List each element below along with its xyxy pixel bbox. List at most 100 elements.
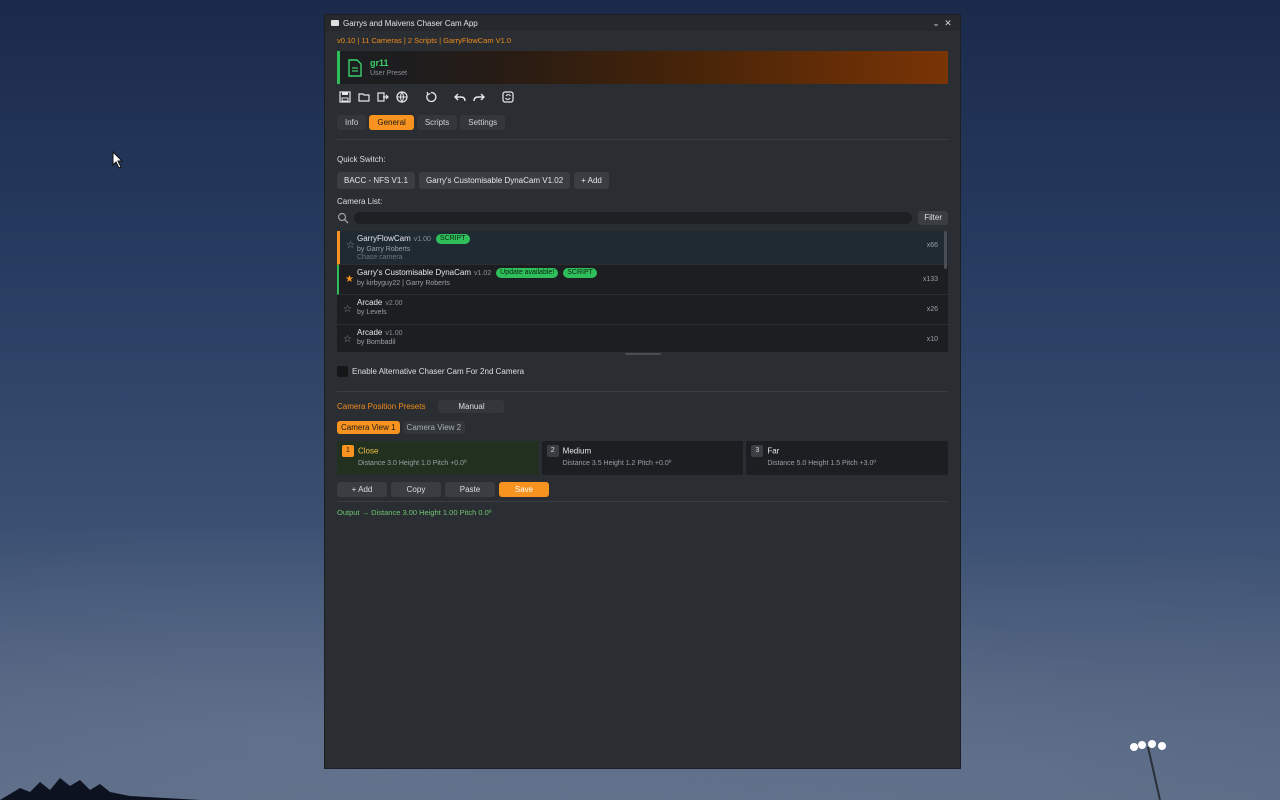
- camera-name: Arcade: [357, 328, 383, 337]
- quick-switch-add-button[interactable]: + Add: [574, 172, 609, 189]
- list-resize-handle[interactable]: [624, 353, 661, 355]
- camera-version: v1.02: [474, 270, 492, 278]
- camera-list: ☆ GarryFlowCam v1.00 SCRIPT by Garry Rober…: [337, 231, 948, 352]
- title-bar[interactable]: Garrys and Maivens Chaser Cam App ⌄ ✕: [325, 15, 960, 31]
- save-icon[interactable]: [337, 89, 353, 105]
- divider: [337, 391, 948, 392]
- output-readout: Output → Distance 3.00 Height 1.00 Pitch…: [337, 508, 492, 517]
- script-badge: SCRIPT: [563, 268, 597, 278]
- filter-button[interactable]: Filter: [918, 211, 948, 225]
- quick-switch-item[interactable]: BACC - NFS V1.1: [337, 172, 416, 189]
- update-badge: Update available!: [496, 268, 559, 278]
- camera-name: Arcade: [357, 298, 383, 307]
- preset-name: gr11: [370, 58, 389, 68]
- mouse-cursor-icon: [112, 151, 124, 169]
- preset-card-name: Medium: [562, 446, 592, 456]
- star-icon[interactable]: ★: [345, 274, 354, 285]
- preset-card-params: Distance 5.0 Height 1.5 Pitch +3.0º: [767, 460, 876, 467]
- reset-icon[interactable]: [423, 89, 439, 105]
- camera-author: by Levels: [357, 309, 387, 316]
- add-preset-button[interactable]: + Add: [337, 482, 387, 497]
- camera-search-row: Filter: [337, 211, 948, 225]
- tab-info[interactable]: Info: [337, 115, 367, 130]
- window-title: Garrys and Maivens Chaser Cam App: [343, 18, 478, 28]
- camera-author: by kirbyguy22 | Garry Roberts: [357, 280, 450, 287]
- camera-search-input[interactable]: [354, 212, 913, 224]
- position-preset-cards: 1 Close Distance 3.0 Height 1.0 Pitch +0.…: [337, 441, 949, 475]
- document-icon: [348, 58, 362, 77]
- globe-icon[interactable]: [394, 89, 410, 105]
- camera-author: by Garry Roberts: [357, 246, 411, 253]
- camera-list-item[interactable]: ★ Garry's Customisable DynaCam v1.02 Updat…: [337, 265, 948, 295]
- tab-settings[interactable]: Settings: [460, 115, 506, 130]
- minimize-button[interactable]: ⌄: [930, 18, 942, 29]
- quick-switch-item[interactable]: Garry's Customisable DynaCam V1.02: [419, 172, 571, 189]
- tab-camera-view-1[interactable]: Camera View 1: [337, 421, 400, 434]
- preset-card-params: Distance 3.5 Height 1.2 Pitch +0.0º: [562, 460, 672, 467]
- position-presets-header: Camera Position Presets Manual: [337, 400, 948, 413]
- preset-number: 1: [342, 445, 354, 457]
- camera-usage-count: x26: [926, 306, 938, 313]
- quick-switch-bar: BACC - NFS V1.1 Garry's Customisable Dyn…: [337, 172, 948, 189]
- camera-usage-count: x10: [926, 336, 938, 343]
- preset-number: 2: [546, 445, 559, 457]
- position-presets-label: Camera Position Presets: [337, 402, 426, 411]
- preset-card-params: Distance 3.0 Height 1.0 Pitch +0.0º: [358, 460, 467, 467]
- undo-icon[interactable]: [452, 89, 468, 105]
- preset-card-name: Far: [767, 446, 780, 456]
- preset-actions: + Add Copy Paste Save: [337, 482, 948, 497]
- camera-list-item[interactable]: ☆ Arcade v2.00 by Levels x26: [337, 295, 948, 325]
- preset-card-far[interactable]: 3 Far Distance 5.0 Height 1.5 Pitch +3.0º: [746, 441, 949, 475]
- open-folder-icon[interactable]: [356, 89, 372, 105]
- camera-name: Garry's Customisable DynaCam: [357, 268, 472, 278]
- star-icon[interactable]: ☆: [343, 334, 352, 345]
- alt-chaser-option[interactable]: Enable Alternative Chaser Cam For 2nd Ca…: [337, 366, 948, 377]
- preset-number: 3: [751, 445, 764, 457]
- preset-card-name: Close: [358, 446, 379, 456]
- save-button[interactable]: Save: [499, 482, 549, 497]
- camera-version: v1.00: [385, 330, 403, 337]
- divider: [337, 501, 948, 502]
- camera-list-scrollbar[interactable]: [944, 231, 947, 269]
- quick-switch-label: Quick Switch:: [337, 155, 386, 164]
- camera-list-item[interactable]: ☆ GarryFlowCam v1.00 SCRIPT by Garry Rober…: [337, 231, 948, 265]
- script-badge: SCRIPT: [435, 234, 470, 244]
- camera-usage-count: x133: [922, 276, 938, 283]
- alt-chaser-checkbox[interactable]: [337, 366, 348, 377]
- camera-list-item[interactable]: ☆ Arcade v1.00 by Bombadil x10: [337, 325, 948, 352]
- camera-version: v2.00: [385, 300, 403, 307]
- preset-mode-select[interactable]: Manual: [438, 400, 505, 413]
- search-icon: [337, 212, 349, 224]
- close-button[interactable]: ✕: [942, 18, 954, 29]
- divider: [337, 139, 948, 140]
- refresh-icon[interactable]: [500, 89, 516, 105]
- tab-general[interactable]: General: [369, 115, 414, 130]
- export-icon[interactable]: [375, 89, 391, 105]
- redo-icon[interactable]: [471, 89, 487, 105]
- app-window: Garrys and Maivens Chaser Cam App ⌄ ✕ v0…: [324, 14, 961, 769]
- tab-camera-view-2[interactable]: Camera View 2: [402, 421, 466, 434]
- alt-chaser-label: Enable Alternative Chaser Cam For 2nd Ca…: [352, 367, 525, 376]
- camera-version: v1.00: [413, 236, 431, 244]
- preset-type: User Preset: [370, 70, 407, 77]
- main-tabs: Info General Scripts Settings: [337, 115, 948, 131]
- camera-description: Chase camera: [357, 254, 403, 261]
- street-lamp-icon: [1130, 740, 1166, 800]
- version-info: v0.10 | 11 Cameras | 2 Scripts | GarryFl…: [337, 36, 512, 45]
- toolbar: [337, 89, 948, 105]
- app-icon: [331, 20, 339, 26]
- copy-button[interactable]: Copy: [391, 482, 441, 497]
- paste-button[interactable]: Paste: [445, 482, 495, 497]
- tab-scripts[interactable]: Scripts: [416, 115, 458, 130]
- camera-usage-count: x66: [926, 242, 938, 249]
- camera-name: GarryFlowCam: [357, 234, 411, 244]
- star-icon[interactable]: ☆: [343, 304, 352, 315]
- preset-banner[interactable]: gr11 User Preset: [337, 51, 948, 84]
- camera-list-label: Camera List:: [337, 197, 383, 206]
- tree-silhouette: [0, 778, 200, 800]
- preset-card-close[interactable]: 1 Close Distance 3.0 Height 1.0 Pitch +0.…: [337, 441, 539, 475]
- star-icon[interactable]: ☆: [346, 240, 355, 251]
- camera-view-tabs: Camera View 1 Camera View 2: [337, 421, 948, 434]
- preset-card-medium[interactable]: 2 Medium Distance 3.5 Height 1.2 Pitch +0…: [541, 441, 744, 475]
- camera-author: by Bombadil: [357, 339, 396, 346]
